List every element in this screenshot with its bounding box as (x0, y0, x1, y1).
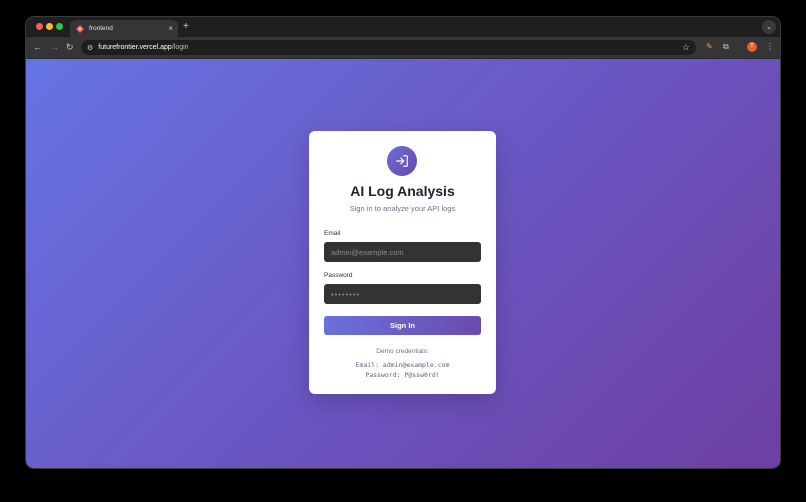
chevron-down-icon[interactable]: ⌄ (762, 20, 776, 34)
forward-arrow-icon[interactable]: → (50, 41, 59, 53)
kebab-menu-icon[interactable]: ⋮ (766, 41, 774, 53)
puzzle-icon[interactable]: ⧉ (723, 41, 729, 53)
site-info-icon[interactable]: ⚙ (87, 44, 93, 52)
profile-avatar[interactable]: T (747, 42, 757, 52)
sign-in-icon (387, 146, 417, 176)
page-viewport: AI Log Analysis Sign in to analyze your … (26, 59, 780, 468)
password-field[interactable] (324, 284, 481, 304)
back-arrow-icon[interactable]: ← (33, 41, 42, 53)
email-label: Email (324, 230, 341, 237)
demo-email-text: Email: admin@example.com (355, 361, 450, 369)
page-title: AI Log Analysis (350, 183, 455, 199)
url-domain: futurefrontier.vercel.app (98, 44, 172, 51)
page-subtitle: Sign in to analyze your API logs (349, 204, 456, 213)
reload-icon[interactable]: ↻ (66, 41, 74, 53)
star-icon[interactable]: ☆ (682, 42, 690, 53)
demo-credentials-title: Demo credentials: (376, 348, 429, 355)
browser-toolbar: ← → ↻ ⚙ futurefrontier.vercel.app/login … (26, 37, 780, 59)
favicon-icon (76, 24, 84, 33)
login-card: AI Log Analysis Sign in to analyze your … (309, 131, 496, 394)
url-path: /login (171, 44, 189, 51)
maximize-window-button[interactable] (56, 23, 63, 30)
browser-window: frontend × + ⌄ ← → ↻ ⚙ futurefrontier.ve… (26, 17, 780, 468)
address-bar[interactable]: ⚙ futurefrontier.vercel.app/login ☆ (81, 40, 696, 55)
tab-title: frontend (89, 25, 113, 32)
tab-strip: frontend × + ⌄ (26, 17, 780, 37)
demo-password-text: Password: P@ssw0rd! (365, 371, 440, 379)
tab-close-button[interactable]: × (168, 24, 173, 33)
password-label: Password (324, 272, 353, 279)
minimize-window-button[interactable] (46, 23, 53, 30)
new-tab-button[interactable]: + (183, 21, 189, 33)
email-field[interactable] (324, 242, 481, 262)
close-window-button[interactable] (36, 23, 43, 30)
pen-icon[interactable]: ✎ (706, 41, 713, 53)
url-text[interactable]: futurefrontier.vercel.app/login (98, 44, 188, 51)
tab-frontend[interactable]: frontend × (70, 20, 178, 37)
sign-in-button[interactable]: Sign In (324, 316, 481, 335)
